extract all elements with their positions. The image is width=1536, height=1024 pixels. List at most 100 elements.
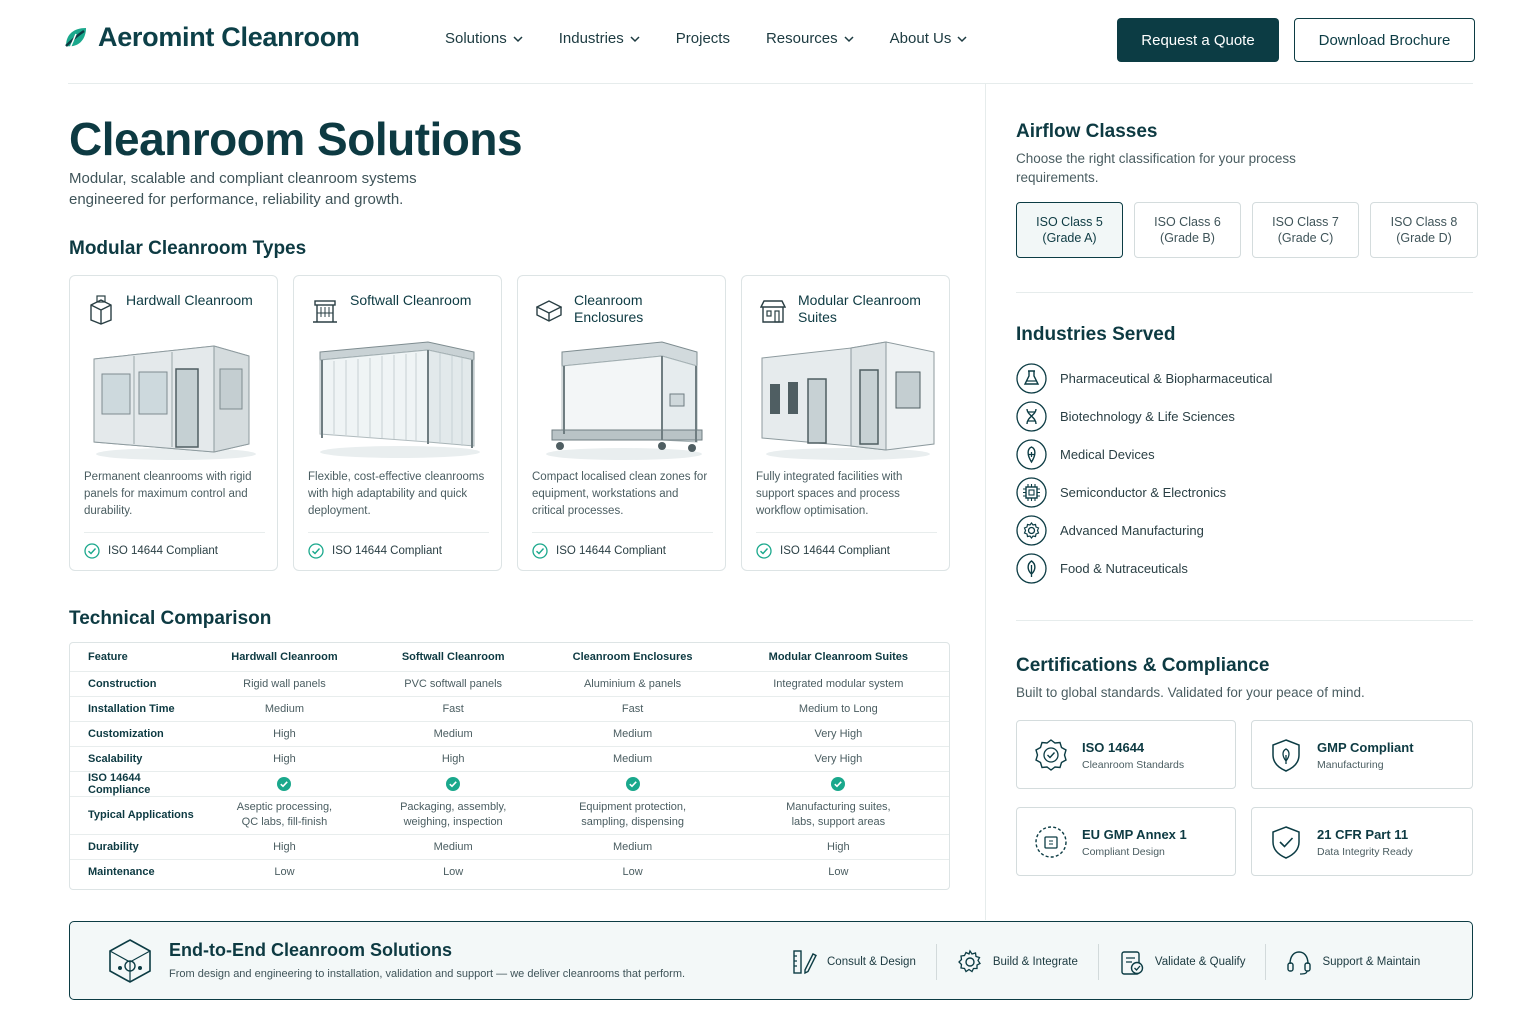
nav-resources-label: Resources (765, 30, 838, 47)
class-label: ISO Class 5 (1036, 215, 1103, 229)
airflow-class-selector: ISO Class 5 (Grade A) ISO Class 6 (Grade B)… (1016, 202, 1478, 258)
step-support-maintain[interactable]: Support & Maintain (1265, 944, 1440, 980)
flask-icon (1016, 362, 1047, 394)
airflow-class-option[interactable]: ISO Class 5 (Grade A) (1016, 202, 1123, 258)
value-cell: Manufacturing suites, labs, support areas (727, 796, 949, 835)
compliance-check-cell (368, 771, 538, 797)
cleanroom-type-cards: Hardwall Cleanroom Permanent cleanrooms … (69, 275, 950, 571)
nav-industries[interactable]: Industries (559, 30, 640, 47)
feature-cell: Durability (70, 834, 200, 860)
compliance-label: ISO 14644 Compliant (780, 545, 890, 557)
value-cell: Aseptic processing, QC labs, fill-finish (200, 796, 369, 835)
airflow-class-option[interactable]: ISO Class 6 (Grade B) (1134, 202, 1241, 258)
value-cell: Low (274, 865, 295, 878)
card-description: Compact localised clean zones for equipm… (532, 471, 708, 517)
type-card-hardwall[interactable]: Hardwall Cleanroom Permanent cleanrooms … (69, 275, 278, 571)
certification-card[interactable]: 21 CFR Part 11 Data Integrity Ready (1251, 807, 1473, 876)
value-cell: High (727, 834, 949, 860)
step-label: Validate & Qualify (1154, 956, 1246, 968)
card-title: Hardwall Cleanroom (126, 292, 253, 308)
industry-item[interactable]: Semiconductor & Electronics (1016, 473, 1272, 511)
card-divider (84, 532, 265, 533)
value-cell: PVC softwall panels (368, 671, 538, 697)
check-circle-filled-icon (831, 776, 846, 791)
airflow-heading: Airflow Classes (1016, 121, 1158, 142)
nav-solutions-label: Solutions (445, 30, 507, 47)
card-description: Permanent cleanrooms with rigid panels f… (84, 471, 252, 517)
value-cell: Low (828, 865, 849, 878)
compliance-check-cell (200, 771, 369, 797)
certification-description: Data Integrity Ready (1317, 846, 1413, 858)
feature-cell: Customization (70, 721, 200, 747)
table-header-cell: Cleanroom Enclosures (537, 643, 728, 672)
class-label: ISO Class 7 (1272, 215, 1339, 229)
check-circle-filled-icon (446, 776, 461, 791)
card-title: Softwall Cleanroom (350, 292, 472, 308)
check-circle-icon (84, 543, 100, 559)
types-heading: Modular Cleanroom Types (69, 238, 307, 259)
cube-network-icon (109, 939, 151, 983)
airflow-class-option[interactable]: ISO Class 7 (Grade C) (1252, 202, 1359, 258)
gear-icon (957, 949, 981, 973)
value-cell: Medium (200, 696, 369, 722)
pencil-ruler-icon (793, 950, 817, 975)
table-row: Customization High Medium Medium Very High (70, 721, 949, 747)
type-card-suites[interactable]: Modular Cleanroom Suites Fully integrate… (741, 275, 950, 571)
download-brochure-button[interactable]: Download Brochure (1294, 18, 1475, 62)
certification-card[interactable]: ISO 14644 Cleanroom Standards (1016, 720, 1236, 789)
nav-resources[interactable]: Resources (766, 30, 854, 47)
type-card-enclosures[interactable]: Cleanroom Enclosures Compact localised c… (517, 275, 726, 571)
feature-cell: Scalability (70, 746, 200, 772)
nav-projects[interactable]: Projects (676, 30, 730, 47)
industry-item[interactable]: Pharmaceutical & Biopharmaceutical (1016, 359, 1272, 397)
certification-card[interactable]: GMP Compliant Manufacturing (1251, 720, 1473, 789)
table-header-cell: Feature (70, 643, 200, 672)
step-build-integrate[interactable]: Build & Integrate (935, 944, 1098, 980)
chevron-down-icon (513, 35, 523, 42)
certification-card[interactable]: EU GMP Annex 1 Compliant Design (1016, 807, 1236, 876)
comparison-heading: Technical Comparison (69, 608, 272, 629)
request-quote-button[interactable]: Request a Quote (1117, 18, 1279, 62)
industry-item[interactable]: Advanced Manufacturing (1016, 511, 1272, 549)
certification-description: Cleanroom Standards (1082, 759, 1185, 771)
value-cell: Very High (727, 746, 949, 772)
grade-label: (Grade C) (1277, 231, 1334, 245)
value-cell: High (200, 746, 369, 772)
brand-logo[interactable]: Aeromint Cleanroom (62, 22, 360, 53)
industry-label: Semiconductor & Electronics (1060, 484, 1227, 500)
nav-about-us[interactable]: About Us (890, 30, 968, 47)
compliance-badge: ISO 14644 Compliant (308, 543, 442, 559)
table-header-cell: Hardwall Cleanroom (200, 643, 369, 672)
industry-item[interactable]: Biotechnology & Life Sciences (1016, 397, 1272, 435)
value-cell: Medium (537, 721, 728, 747)
nav-projects-label: Projects (675, 30, 730, 47)
industry-item[interactable]: Food & Nutraceuticals (1016, 549, 1272, 587)
industries-list: Pharmaceutical & Biopharmaceutical Biotec… (1016, 359, 1272, 587)
check-circle-filled-icon (625, 776, 640, 791)
type-card-softwall[interactable]: Softwall Cleanroom Flexible, cost-effect… (293, 275, 502, 571)
value-cell: Low (443, 865, 464, 878)
step-validate-qualify[interactable]: Validate & Qualify (1097, 944, 1266, 980)
chevron-down-icon (630, 35, 640, 42)
brand-name: Aeromint Cleanroom (98, 22, 360, 52)
comparison-grid: Feature Hardwall Cleanroom Softwall Cleanr… (70, 643, 949, 884)
value-cell: Rigid wall panels (200, 671, 369, 697)
card-divider (308, 532, 489, 533)
site-header: Aeromint Cleanroom Solutions Industries … (0, 0, 1536, 84)
certification-name: GMP Compliant (1317, 740, 1414, 755)
class-label: ISO Class 6 (1154, 215, 1221, 229)
cleanroom-enclosure-image (546, 341, 703, 460)
value-cell: High (200, 834, 369, 860)
airflow-class-option[interactable]: ISO Class 8 (Grade D) (1370, 202, 1478, 258)
softwall-icon (313, 300, 337, 323)
industry-item[interactable]: Medical Devices (1016, 435, 1272, 473)
page-subtitle: Modular, scalable and compliant cleanroo… (69, 170, 417, 208)
dna-icon (1016, 400, 1047, 432)
class-label: ISO Class 8 (1390, 215, 1458, 229)
comparison-table: Feature Hardwall Cleanroom Softwall Cleanr… (69, 642, 950, 890)
step-consult-design[interactable]: Consult & Design (771, 944, 936, 980)
nav-solutions[interactable]: Solutions (445, 30, 523, 47)
card-description: Flexible, cost-effective cleanrooms with… (308, 471, 485, 517)
chip-icon (1016, 476, 1047, 508)
table-row: ISO 14644 Compliance (70, 771, 949, 797)
